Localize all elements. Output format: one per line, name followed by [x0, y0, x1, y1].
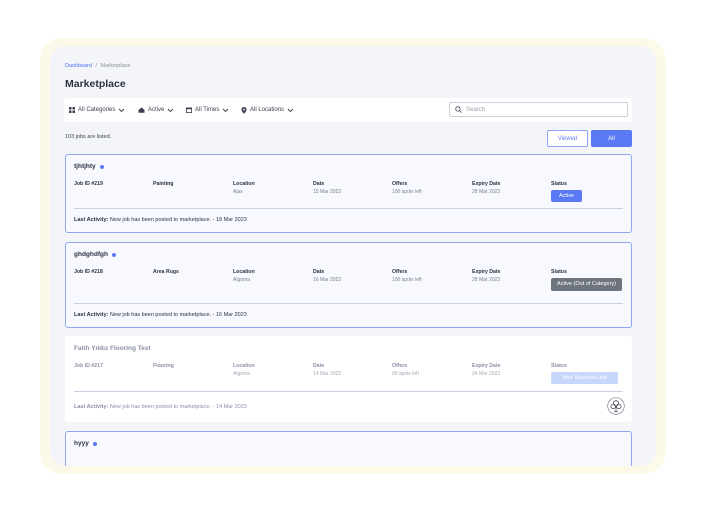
filter-times[interactable]: All Times [186, 98, 229, 122]
job-date: 15 Mar 2023 [313, 189, 342, 195]
filter-status[interactable]: Active [138, 98, 174, 122]
job-title: hyyy [74, 440, 97, 447]
job-location: Ajax [233, 189, 243, 195]
last-activity: Last Activity: New job has been posted t… [74, 217, 247, 223]
filter-status-label: Active [148, 107, 165, 113]
offers-header: Offers [392, 269, 408, 275]
status-header: Status [551, 269, 567, 275]
job-category: Flooring [153, 363, 174, 369]
breadcrumb: Dashboard / Marketplace [65, 63, 130, 69]
expiry-header: Expiry Date [472, 269, 501, 275]
business-logo-icon [607, 397, 625, 415]
job-title: tjhtjhty [74, 163, 104, 170]
last-activity-label: Last Activity: [74, 404, 109, 410]
job-location: Algoma [233, 371, 250, 377]
date-header: Date [313, 269, 325, 275]
unread-dot [92, 441, 97, 446]
viewed-button[interactable]: Viewed [547, 130, 588, 147]
job-offers: 100 spots left [392, 277, 422, 283]
job-date: 14 Mar 2023 [313, 371, 342, 377]
status-badge: Active [551, 190, 582, 202]
job-offers: 100 spots left [392, 189, 422, 195]
breadcrumb-current: Marketplace [100, 63, 131, 69]
job-title-text: hyyy [74, 440, 89, 447]
expiry-header: Expiry Date [472, 363, 501, 369]
job-title-text: tjhtjhty [74, 163, 96, 170]
job-expiry: 28 Mar 2023 [472, 189, 501, 195]
filter-times-label: All Times [195, 107, 220, 113]
job-category: Area Rugs [153, 269, 179, 275]
offers-header: Offers [392, 363, 408, 369]
job-expiry: 24 Mar 2023 [472, 371, 501, 377]
job-expiry: 28 Mar 2023 [472, 277, 501, 283]
job-offers: 99 spots left [392, 371, 419, 377]
divider [74, 391, 623, 392]
offers-header: Offers [392, 181, 408, 187]
job-card[interactable]: ghdghdfgh Job ID #218 Area Rugs Location… [65, 242, 632, 328]
date-header: Date [313, 363, 325, 369]
job-title: ghdghdfgh [74, 251, 116, 258]
job-card[interactable]: Fatih Yıldız Flooring Test Job ID #217 F… [65, 336, 632, 422]
job-title-text: ghdghdfgh [74, 251, 108, 258]
breadcrumb-dashboard-link[interactable]: Dashboard [65, 63, 92, 69]
job-location: Algoma [233, 277, 250, 283]
job-id: Job ID #219 [74, 181, 103, 187]
status-header: Status [551, 181, 567, 187]
status-badge: Active (Out of Category) [551, 278, 622, 291]
chevron-down-icon [287, 108, 294, 112]
job-id: Job ID #217 [74, 363, 103, 369]
job-id: Job ID #218 [74, 269, 103, 275]
filter-locations-label: All Locations [250, 107, 285, 113]
location-pin-icon [241, 106, 247, 114]
last-activity-label: Last Activity: [74, 312, 109, 318]
breadcrumb-separator: / [95, 63, 97, 69]
location-header: Location [233, 363, 255, 369]
filter-locations[interactable]: All Locations [241, 98, 294, 122]
marketplace-panel: Dashboard / Marketplace Marketplace All … [50, 46, 656, 466]
unread-dot [99, 164, 104, 169]
location-header: Location [233, 181, 255, 187]
filter-categories[interactable]: All Categories [69, 98, 125, 122]
job-card[interactable]: tjhtjhty Job ID #219 Painting Location Aj… [65, 154, 632, 233]
location-header: Location [233, 269, 255, 275]
last-activity-text: New job has been posted to marketplace. … [109, 217, 247, 223]
grid-icon [69, 107, 75, 113]
last-activity-text: New job has been posted to marketplace. … [109, 404, 247, 410]
search-placeholder: Search [466, 106, 486, 113]
unread-dot [111, 252, 116, 257]
date-header: Date [313, 181, 325, 187]
job-card[interactable]: hyyy [65, 431, 632, 466]
expiry-header: Expiry Date [472, 181, 501, 187]
status-badge: Your Business Job [551, 372, 618, 384]
status-header: Status [551, 363, 567, 369]
jobs-count: 103 jobs are listed. [65, 134, 112, 140]
filter-bar: All Categories Active All Times All Loca… [64, 98, 632, 122]
divider [74, 208, 623, 209]
last-activity-label: Last Activity: [74, 217, 109, 223]
page-title: Marketplace [65, 78, 126, 90]
chevron-down-icon [168, 108, 174, 112]
home-icon [138, 107, 145, 113]
chevron-down-icon [223, 108, 229, 112]
last-activity: Last Activity: New job has been posted t… [74, 404, 247, 410]
calendar-icon [186, 107, 192, 113]
last-activity: Last Activity: New job has been posted t… [74, 312, 247, 318]
job-date: 16 Mar 2023 [313, 277, 342, 283]
search-input[interactable]: Search [449, 102, 628, 117]
chevron-down-icon [119, 108, 125, 112]
job-category: Painting [153, 181, 174, 187]
job-title-text: Fatih Yıldız Flooring Test [74, 345, 151, 352]
job-title: Fatih Yıldız Flooring Test [74, 345, 151, 352]
search-icon [455, 106, 462, 113]
divider [74, 303, 623, 304]
last-activity-text: New job has been posted to marketplace. … [109, 312, 247, 318]
filter-categories-label: All Categories [78, 107, 116, 113]
all-button[interactable]: All [591, 130, 632, 147]
